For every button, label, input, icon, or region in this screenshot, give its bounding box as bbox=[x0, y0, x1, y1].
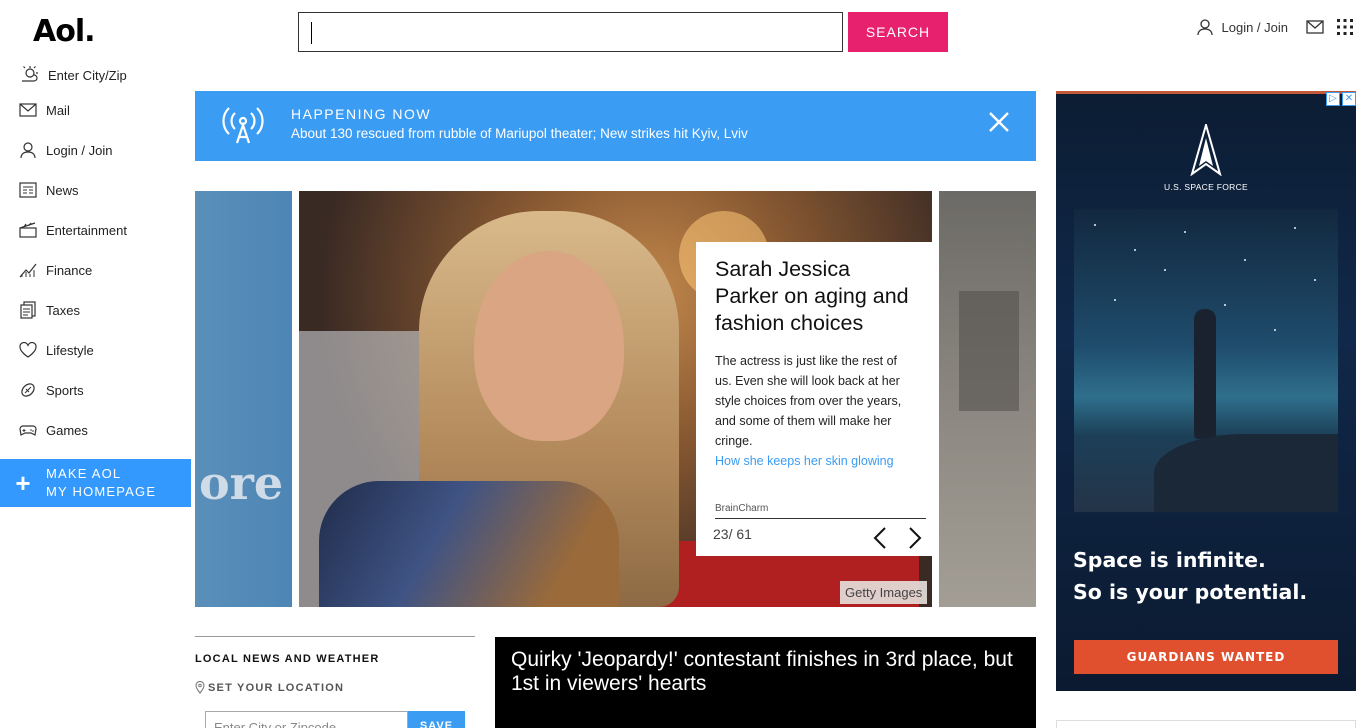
login-label: Login / Join bbox=[1221, 19, 1289, 35]
text-caret bbox=[311, 22, 312, 44]
sidebar-item-label: Sports bbox=[46, 382, 84, 398]
sidebar-item-lifestyle[interactable]: Lifestyle bbox=[0, 330, 191, 370]
caption-divider bbox=[715, 518, 926, 519]
sidebar-item-label: Taxes bbox=[46, 302, 80, 318]
sidebar-item-weather[interactable]: Enter City/Zip bbox=[0, 60, 191, 90]
sidebar-item-label: Entertainment bbox=[46, 222, 127, 238]
sidebar-item-label: Login / Join bbox=[46, 142, 113, 158]
sidebar-item-label: Enter City/Zip bbox=[48, 67, 127, 83]
document-icon bbox=[20, 301, 36, 319]
video-title[interactable]: Quirky 'Jeopardy!' contestant finishes i… bbox=[511, 648, 1020, 696]
login-join-link[interactable]: Login / Join bbox=[1196, 18, 1289, 36]
happening-headline[interactable]: About 130 rescued from rubble of Mariupo… bbox=[291, 126, 748, 141]
sidebar-item-label: Lifestyle bbox=[46, 342, 94, 358]
local-news-heading: LOCAL NEWS AND WEATHER bbox=[195, 653, 380, 665]
search-input[interactable] bbox=[298, 12, 843, 52]
chevron-right-icon[interactable] bbox=[907, 526, 923, 550]
set-location-link[interactable]: SET YOUR LOCATION bbox=[195, 681, 475, 694]
caption-title[interactable]: Sarah Jessica Parker on aging and fashio… bbox=[715, 256, 917, 337]
sidebar-item-label: News bbox=[46, 182, 79, 198]
advertisement[interactable]: ▷ ✕ U.S. SPACE FORCE Space is infinite. … bbox=[1056, 91, 1356, 691]
sidebar-item-label: Mail bbox=[46, 102, 70, 118]
make-homepage-line1: MAKE AOL bbox=[46, 466, 122, 481]
user-icon bbox=[20, 142, 36, 159]
caption-source: BrainCharm bbox=[715, 503, 769, 514]
sidebar-item-label: Finance bbox=[46, 262, 93, 278]
make-homepage-button[interactable]: + MAKE AOL MY HOMEPAGE bbox=[0, 459, 191, 507]
ad-copy-line2: So is your potential. bbox=[1073, 580, 1308, 604]
search-button[interactable]: SEARCH bbox=[848, 12, 948, 52]
carousel-next-slide[interactable] bbox=[939, 191, 1036, 607]
aol-logo[interactable]: Aol. bbox=[33, 14, 96, 49]
weather-icon bbox=[22, 66, 38, 82]
make-homepage-line2: MY HOMEPAGE bbox=[46, 484, 157, 499]
happening-label: HAPPENING NOW bbox=[291, 106, 432, 122]
video-story-card[interactable]: Quirky 'Jeopardy!' contestant finishes i… bbox=[495, 637, 1036, 728]
make-homepage-label: MAKE AOL MY HOMEPAGE bbox=[46, 465, 156, 501]
sidebar-item-entertainment[interactable]: Entertainment bbox=[0, 210, 191, 250]
prev-slide-text: ore bbox=[199, 456, 284, 510]
sidebar-nav: Enter City/Zip Mail Login / Join News En… bbox=[0, 60, 191, 450]
sidebar-item-sports[interactable]: Sports bbox=[0, 370, 191, 410]
news-icon bbox=[19, 182, 37, 198]
carousel-prev-slide[interactable]: ore bbox=[195, 191, 292, 607]
close-icon[interactable] bbox=[988, 111, 1010, 133]
gamepad-icon bbox=[19, 425, 37, 436]
user-icon bbox=[1196, 19, 1213, 36]
sidebar-item-games[interactable]: Games bbox=[0, 410, 191, 450]
ball-icon bbox=[21, 383, 35, 397]
ad-choices[interactable]: ▷ ✕ bbox=[1326, 92, 1356, 106]
broadcast-icon bbox=[222, 107, 264, 144]
ad-brand: U.S. SPACE FORCE bbox=[1164, 182, 1248, 192]
mail-icon bbox=[19, 103, 37, 117]
caption-description: The actress is just like the rest of us.… bbox=[715, 354, 902, 448]
ad-cta-button[interactable]: GUARDIANS WANTED bbox=[1074, 640, 1338, 674]
zip-code-input[interactable]: Enter City or Zipcode bbox=[205, 711, 408, 728]
save-location-button[interactable]: SAVE bbox=[408, 711, 465, 728]
carousel-caption-card: Sarah Jessica Parker on aging and fashio… bbox=[696, 242, 936, 556]
mail-icon[interactable] bbox=[1306, 20, 1324, 34]
sidebar-item-news[interactable]: News bbox=[0, 170, 191, 210]
secondary-ad-slot bbox=[1056, 720, 1356, 728]
set-location-label: SET YOUR LOCATION bbox=[208, 681, 345, 694]
ad-info-icon[interactable]: ▷ bbox=[1326, 92, 1340, 106]
chevron-left-icon[interactable] bbox=[872, 526, 888, 550]
happening-now-banner[interactable]: HAPPENING NOW About 130 rescued from rub… bbox=[195, 91, 1036, 161]
ad-copy-line1: Space is infinite. bbox=[1073, 548, 1266, 572]
header-actions: Login / Join bbox=[1196, 18, 1355, 36]
local-news-module: LOCAL NEWS AND WEATHER SET YOUR LOCATION… bbox=[195, 636, 475, 728]
ad-image bbox=[1074, 209, 1338, 512]
photo-carousel: ore Sarah Jessica Parker on aging and fa… bbox=[195, 191, 1036, 607]
sidebar-item-finance[interactable]: Finance bbox=[0, 250, 191, 290]
ad-copy: Space is infinite. So is your potential. bbox=[1073, 544, 1307, 608]
location-pin-icon bbox=[195, 681, 205, 694]
sidebar-item-login[interactable]: Login / Join bbox=[0, 130, 191, 170]
slide-counter: 23/ 61 bbox=[713, 526, 752, 542]
ad-close-icon[interactable]: ✕ bbox=[1342, 92, 1356, 106]
caption-link[interactable]: How she keeps her skin glowing bbox=[715, 451, 917, 471]
photo-credit: Getty Images bbox=[840, 581, 928, 604]
apps-grid-icon[interactable] bbox=[1336, 18, 1354, 36]
heart-icon bbox=[19, 342, 37, 358]
clapper-icon bbox=[19, 222, 37, 238]
sidebar-item-mail[interactable]: Mail bbox=[0, 90, 191, 130]
space-force-logo bbox=[1190, 124, 1222, 176]
chart-icon bbox=[19, 263, 37, 278]
sidebar-item-taxes[interactable]: Taxes bbox=[0, 290, 191, 330]
plus-icon: + bbox=[15, 467, 31, 498]
sidebar-item-label: Games bbox=[46, 422, 88, 438]
